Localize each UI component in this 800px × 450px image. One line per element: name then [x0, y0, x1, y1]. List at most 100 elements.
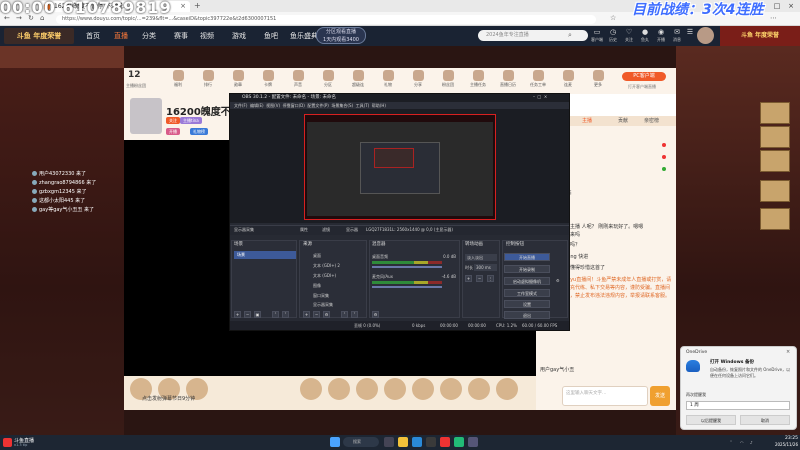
menu-scenecollection[interactable]: 场景集合(S) — [331, 103, 353, 108]
menu-view[interactable]: 视图(V) — [266, 103, 280, 108]
close-window-icon[interactable]: × — [784, 0, 798, 12]
up-icon[interactable]: ˄ — [272, 311, 279, 318]
duration-input[interactable]: 300 ms — [474, 264, 497, 271]
source-item[interactable]: 桌面 — [303, 252, 363, 259]
exit-button[interactable]: 退出 — [504, 311, 550, 319]
new-tab-icon[interactable]: + — [194, 1, 201, 10]
tool-gift[interactable]: 礼物 — [374, 70, 402, 88]
tool-sound[interactable]: 声音 — [284, 70, 312, 88]
add-icon[interactable]: + — [234, 311, 241, 318]
menu-edit[interactable]: 编辑(E) — [250, 103, 264, 108]
menu-icon[interactable]: ⋯ — [770, 14, 777, 22]
gift-item-icon[interactable] — [496, 378, 518, 400]
honor-banner[interactable]: 斗鱼 年度荣誉 — [720, 26, 800, 46]
client-icon[interactable]: ▭ — [590, 28, 604, 36]
pc-client-button[interactable]: PC客户端 — [622, 72, 666, 81]
close-tab-icon[interactable]: × — [180, 1, 186, 12]
remove-icon[interactable]: − — [244, 311, 251, 318]
follow-badge[interactable]: 关注 — [166, 117, 180, 124]
star-icon[interactable]: ☆ — [610, 14, 616, 22]
giftrank-badge[interactable]: 礼物榜 — [190, 128, 208, 135]
gift-item-icon[interactable] — [412, 378, 434, 400]
add-icon[interactable]: + — [303, 311, 310, 318]
search-icon[interactable]: ⌕ — [568, 31, 572, 40]
settings-button[interactable]: 设置 — [504, 300, 550, 308]
gift-item-icon[interactable] — [440, 378, 462, 400]
tool-task[interactable]: 主播任务 — [464, 70, 492, 88]
tool-zone[interactable]: 分区 — [314, 70, 342, 88]
add-icon[interactable]: + — [465, 275, 472, 282]
down-icon[interactable]: ˅ — [351, 311, 358, 318]
nav-category[interactable]: 分类 — [142, 31, 156, 41]
tray-chevron-icon[interactable]: ˄ — [730, 440, 732, 445]
volume-fader[interactable] — [372, 286, 442, 288]
virtual-camera-button[interactable]: 启动虚拟摄像机 — [504, 277, 550, 285]
nav-home[interactable]: 首页 — [86, 31, 100, 41]
gift-item-icon[interactable] — [356, 378, 378, 400]
studio-mode-button[interactable]: 工作室模式 — [504, 289, 550, 297]
tool-calendar[interactable]: 直播日历 — [494, 70, 522, 88]
tool-super[interactable]: 超级连 — [344, 70, 372, 88]
tab-contrib[interactable]: 贡献 — [618, 116, 628, 126]
more-icon[interactable]: ⋮ — [487, 275, 494, 282]
obs-window-controls[interactable]: – □ × — [533, 94, 547, 99]
cancel-button[interactable]: 取消 — [740, 415, 790, 425]
transition-select[interactable]: 淡入淡出 — [465, 254, 497, 261]
tool-mic[interactable]: 连麦 — [554, 70, 582, 88]
source-item[interactable]: 显示器采集 — [303, 301, 363, 308]
clock-time[interactable]: 23:25 — [770, 436, 798, 441]
tool-more[interactable]: 更多 — [584, 70, 612, 88]
user-avatar[interactable] — [697, 27, 714, 44]
wifi-icon[interactable]: ◠ — [740, 440, 744, 445]
nav-live[interactable]: 直播 — [114, 31, 128, 41]
virtual-camera-settings-icon[interactable]: ⚙ — [556, 278, 560, 283]
menu-file[interactable]: 文件(F) — [234, 103, 247, 108]
task-icon[interactable]: ☰ — [683, 28, 697, 36]
source-item[interactable]: 文本 (GDI+) — [303, 272, 363, 279]
remind-later-button[interactable]: 以后提醒我 — [686, 415, 736, 425]
danmu-hint[interactable]: 点击发射弹幕节日9分钟 — [142, 395, 195, 402]
nav-video[interactable]: 视频 — [200, 31, 214, 41]
tool-card[interactable]: 卡牌 — [254, 70, 282, 88]
speaker-icon[interactable]: ♪ — [750, 440, 753, 445]
gift-item-icon[interactable] — [468, 378, 490, 400]
gift-item-icon[interactable] — [300, 378, 322, 400]
maximize-icon[interactable]: □ — [770, 0, 784, 12]
mixer-settings-icon[interactable]: ⚙ — [372, 311, 379, 318]
menu-profile[interactable]: 配置文件(P) — [307, 103, 329, 108]
chat-input[interactable]: 这里输入聊天文字… — [562, 386, 648, 406]
watch-record-badge[interactable]: 分区观看直播 1天内观看3400 — [316, 27, 366, 44]
taskview-icon[interactable] — [384, 437, 394, 447]
nav-fishbar[interactable]: 鱼吧 — [264, 31, 278, 41]
tab-intimacy[interactable]: 亲密榜 — [644, 116, 659, 126]
display-select[interactable]: LGQ27F1831L: 2560x1440 @ 0,0 (主显示器) — [366, 227, 453, 233]
nav-festival[interactable]: 鱼乐盛典 — [290, 31, 318, 41]
wechat-icon[interactable] — [454, 437, 464, 447]
close-icon[interactable]: × — [786, 349, 790, 355]
source-item[interactable]: 窗口采集 — [303, 292, 363, 299]
follow-icon[interactable]: ♡ — [622, 28, 636, 36]
tool-share[interactable]: 分享 — [404, 70, 432, 88]
tool-ticket[interactable]: 任务工单 — [524, 70, 552, 88]
anchor-avatar[interactable] — [130, 98, 162, 134]
obs-app-icon[interactable] — [426, 437, 436, 447]
start-streaming-button[interactable]: 开始直播 — [504, 253, 550, 261]
gift-item-icon[interactable] — [384, 378, 406, 400]
send-button[interactable]: 发送 — [650, 386, 670, 406]
menu-docks[interactable]: 停靠窗口(D) — [283, 103, 305, 108]
remove-icon[interactable]: − — [313, 311, 320, 318]
douyu-app-icon[interactable] — [3, 438, 12, 447]
broadcast-icon[interactable]: ◉ — [654, 28, 668, 36]
douyu-taskbar-icon[interactable] — [440, 437, 450, 447]
tab-anchor[interactable]: 主播 — [582, 116, 592, 126]
start-recording-button[interactable]: 开始录制 — [504, 265, 550, 273]
nav-events[interactable]: 赛事 — [174, 31, 188, 41]
start-icon[interactable] — [330, 437, 340, 447]
tool-welfare[interactable]: 福利 — [164, 70, 192, 88]
menu-tools[interactable]: 工具(T) — [356, 103, 370, 108]
up-icon[interactable]: ˄ — [341, 311, 348, 318]
gift-item-icon[interactable] — [328, 378, 350, 400]
scene-item[interactable]: 场景 — [234, 251, 296, 259]
tool-medal[interactable]: 勋章 — [224, 70, 252, 88]
douyu-logo[interactable]: 斗鱼 年度荣誉 — [4, 28, 74, 44]
